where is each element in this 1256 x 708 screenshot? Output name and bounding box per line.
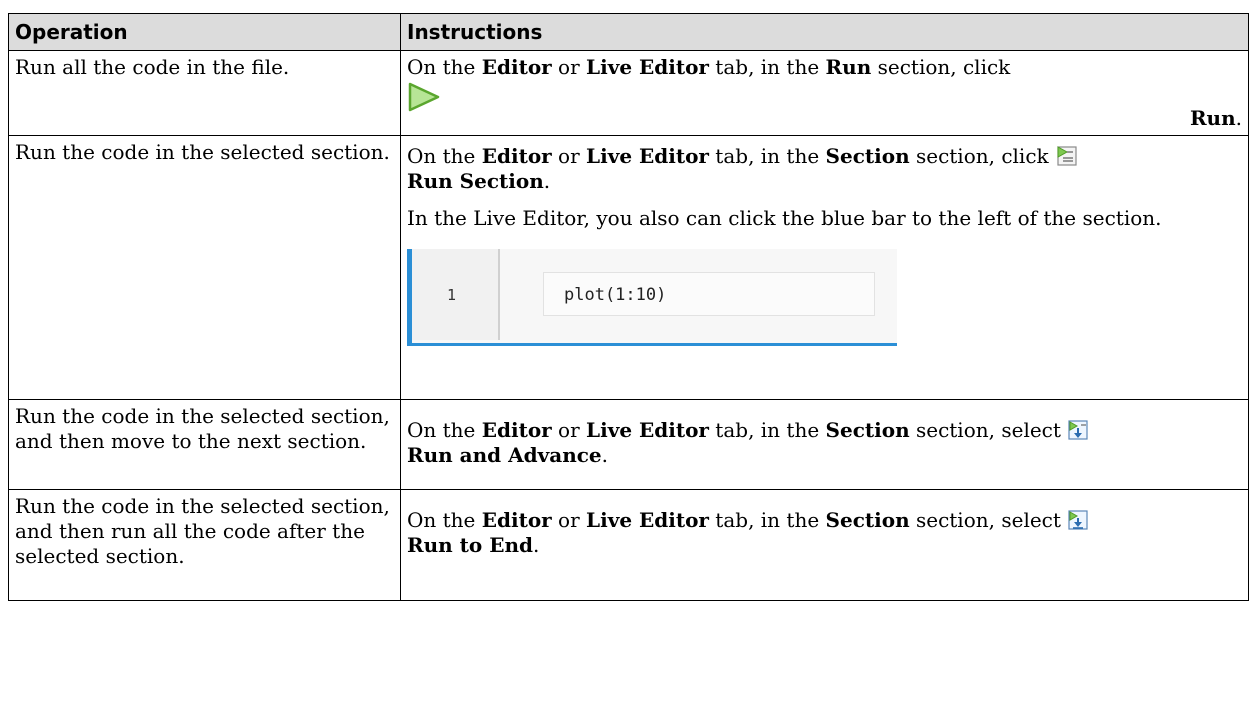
instructions-cell: On the Editor or Live Editor tab, in the… (400, 50, 1249, 136)
header-operation: Operation (8, 13, 401, 51)
run-to-end-button-label: Run to End (407, 533, 533, 557)
instructions-cell: On the Editor or Live Editor tab, in the… (400, 489, 1249, 601)
table-header-row: Operation Instructions (8, 13, 1249, 51)
text: On the (407, 55, 482, 79)
live-editor-section-figure: 1 plot(1:10) (407, 249, 897, 346)
text: or (551, 508, 587, 532)
text: tab, in the (708, 144, 826, 168)
text: . (1235, 106, 1242, 130)
instruction-text: On the Editor or Live Editor tab, in the… (407, 55, 1242, 80)
text: tab, in the (708, 508, 826, 532)
line-number: 1 (447, 286, 457, 304)
text: On the (407, 418, 482, 442)
instruction-text: On the Editor or Live Editor tab, in the… (407, 418, 1242, 468)
table-row: Run the code in the selected section. On… (8, 135, 1249, 400)
live-editor-tab-label: Live Editor (586, 55, 709, 79)
table-row: Run the code in the selected section, an… (8, 399, 1249, 490)
instruction-text: On the Editor or Live Editor tab, in the… (407, 144, 1242, 194)
code-box: plot(1:10) (543, 272, 875, 316)
text: or (551, 55, 587, 79)
run-button-label-line: Run. (407, 106, 1242, 131)
table-row: Run all the code in the file. On the Edi… (8, 50, 1249, 136)
text: . (532, 533, 540, 557)
instructions-cell: On the Editor or Live Editor tab, in the… (400, 399, 1249, 490)
run-to-end-icon (1068, 510, 1088, 530)
operation-cell: Run all the code in the file. (8, 50, 401, 136)
operations-table: Operation Instructions Run all the code … (8, 13, 1249, 601)
text: section, select (909, 508, 1061, 532)
text: section, select (909, 418, 1061, 442)
live-editor-tab-label: Live Editor (586, 144, 709, 168)
live-editor-tab-label: Live Editor (586, 418, 709, 442)
text: . (543, 169, 551, 193)
text: On the (407, 508, 482, 532)
live-editor-note: In the Live Editor, you also can click t… (407, 206, 1162, 230)
text: or (551, 144, 587, 168)
instructions-cell: On the Editor or Live Editor tab, in the… (400, 135, 1249, 400)
text: . (601, 443, 608, 467)
operation-cell: Run the code in the selected section, an… (8, 399, 401, 490)
section-name: Section (825, 508, 910, 532)
run-button-label: Run (1189, 106, 1236, 130)
section-name: Run (825, 55, 872, 79)
section-name: Section (825, 144, 910, 168)
text: tab, in the (708, 418, 826, 442)
editor-tab-label: Editor (481, 418, 552, 442)
run-section-icon (1057, 146, 1077, 166)
live-editor-tab-label: Live Editor (586, 508, 709, 532)
operation-cell: Run the code in the selected section. (8, 135, 401, 400)
instruction-text: On the Editor or Live Editor tab, in the… (407, 508, 1242, 558)
section-name: Section (825, 418, 910, 442)
operation-cell: Run the code in the selected section, an… (8, 489, 401, 601)
text: or (551, 418, 587, 442)
run-and-advance-icon (1068, 420, 1088, 440)
run-and-advance-button-label: Run and Advance (407, 443, 602, 467)
text: section, click (871, 55, 1011, 79)
text: On the (407, 144, 482, 168)
text: tab, in the (708, 55, 826, 79)
header-instructions: Instructions (400, 13, 1249, 51)
editor-tab-label: Editor (481, 55, 552, 79)
text: section, click (909, 144, 1049, 168)
code-text: plot(1:10) (564, 285, 667, 305)
editor-tab-label: Editor (481, 508, 552, 532)
run-section-button-label: Run Section (407, 169, 544, 193)
editor-tab-label: Editor (481, 144, 552, 168)
table-row: Run the code in the selected section, an… (8, 489, 1249, 601)
